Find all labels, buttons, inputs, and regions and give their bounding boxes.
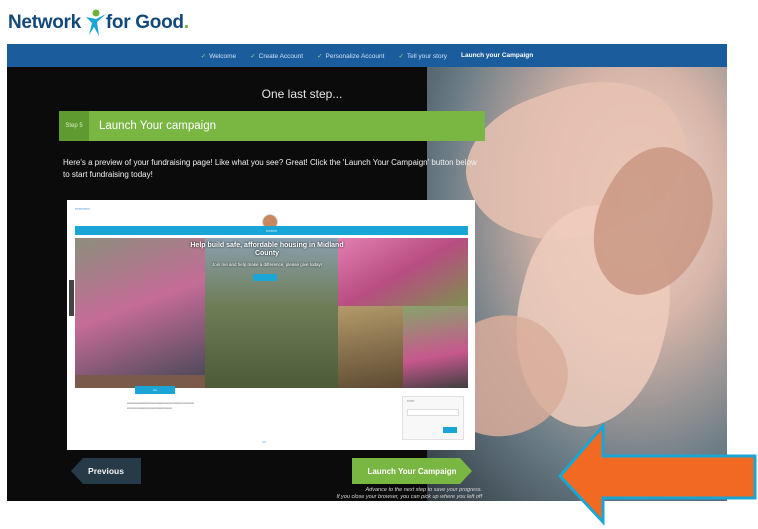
preview-donate-button[interactable] xyxy=(253,274,277,281)
previous-button[interactable]: Previous xyxy=(71,458,141,484)
step-launch-campaign[interactable]: Launch your Campaign xyxy=(461,52,533,59)
note-line-1: Advance to the next step to save your pr… xyxy=(365,487,482,493)
section-title: Launch Your campaign xyxy=(99,120,217,132)
step-create-account[interactable]: ✓ Create Account xyxy=(250,52,303,60)
preview-name-band: ▪▪▪▪▪▪▪▪▪ xyxy=(75,226,468,235)
fundraising-page-preview[interactable]: ▪▪▪▪▪▪▪▪▪▪▪▪ ▪▪▪▪▪▪▪▪▪ Help build safe, … xyxy=(67,200,475,450)
step-progress-bar: ✓ Welcome ✓ Create Account ✓ Personalize Ac… xyxy=(7,44,727,67)
step-label: Create Account xyxy=(258,52,304,60)
page-heading: One last step... xyxy=(261,87,343,101)
orange-arrow-annotation xyxy=(557,421,757,526)
step-badge: Step 5 xyxy=(59,111,89,141)
launch-campaign-button[interactable]: Launch Your Campaign xyxy=(352,458,472,484)
preview-org-link: ▪▪▪▪▪▪▪▪▪▪▪▪ xyxy=(75,207,90,211)
checkmark-icon: ✓ xyxy=(250,52,256,60)
logo-figure-icon xyxy=(85,9,106,36)
preview-subtext: Join me and help make a difference, plea… xyxy=(212,262,322,267)
save-progress-note: Advance to the next step to save your pr… xyxy=(277,487,482,501)
preview-story-text: ▪▪▪▪▪▪▪▪▪▪▪▪▪▪▪▪▪▪▪▪▪▪▪▪▪▪▪▪▪▪▪▪▪▪▪▪▪▪▪▪… xyxy=(127,401,194,410)
step-label: Welcome xyxy=(209,52,237,60)
carousel-arrows[interactable] xyxy=(69,280,74,316)
step-label: Tell your story xyxy=(406,52,448,60)
checkmark-icon: ✓ xyxy=(398,52,404,60)
step-label: Personalize Account xyxy=(325,52,385,60)
intro-text: Here's a preview of your fundraising pag… xyxy=(63,158,477,179)
step-personalize-account[interactable]: ✓ Personalize Account xyxy=(317,52,384,60)
note-line-2: If you close your browser, you can pick … xyxy=(336,494,482,500)
section-title-bar: Step 5 Launch Your campaign xyxy=(59,111,485,141)
preview-donate-badge[interactable]: ▪▪▪▪ xyxy=(135,386,175,394)
logo-text-network: Network xyxy=(8,12,81,33)
preview-headline: Help build safe, affordable housing in M… xyxy=(190,242,344,257)
preview-footer-link: ▪▪▪▪ xyxy=(262,440,267,444)
preview-photo-collage xyxy=(75,238,468,388)
step-welcome[interactable]: ✓ Welcome xyxy=(201,52,236,60)
checkmark-icon: ✓ xyxy=(317,52,323,60)
checkmark-icon: ✓ xyxy=(200,52,207,60)
preview-share-box: ▪▪▪▪▪▪ xyxy=(402,396,464,440)
step-tell-your-story[interactable]: ✓ Tell your story xyxy=(398,52,447,60)
logo-dot: . xyxy=(183,12,189,33)
logo-text-for-good: for Good xyxy=(105,12,184,33)
network-for-good-logo[interactable]: Network for Good . xyxy=(8,6,189,40)
